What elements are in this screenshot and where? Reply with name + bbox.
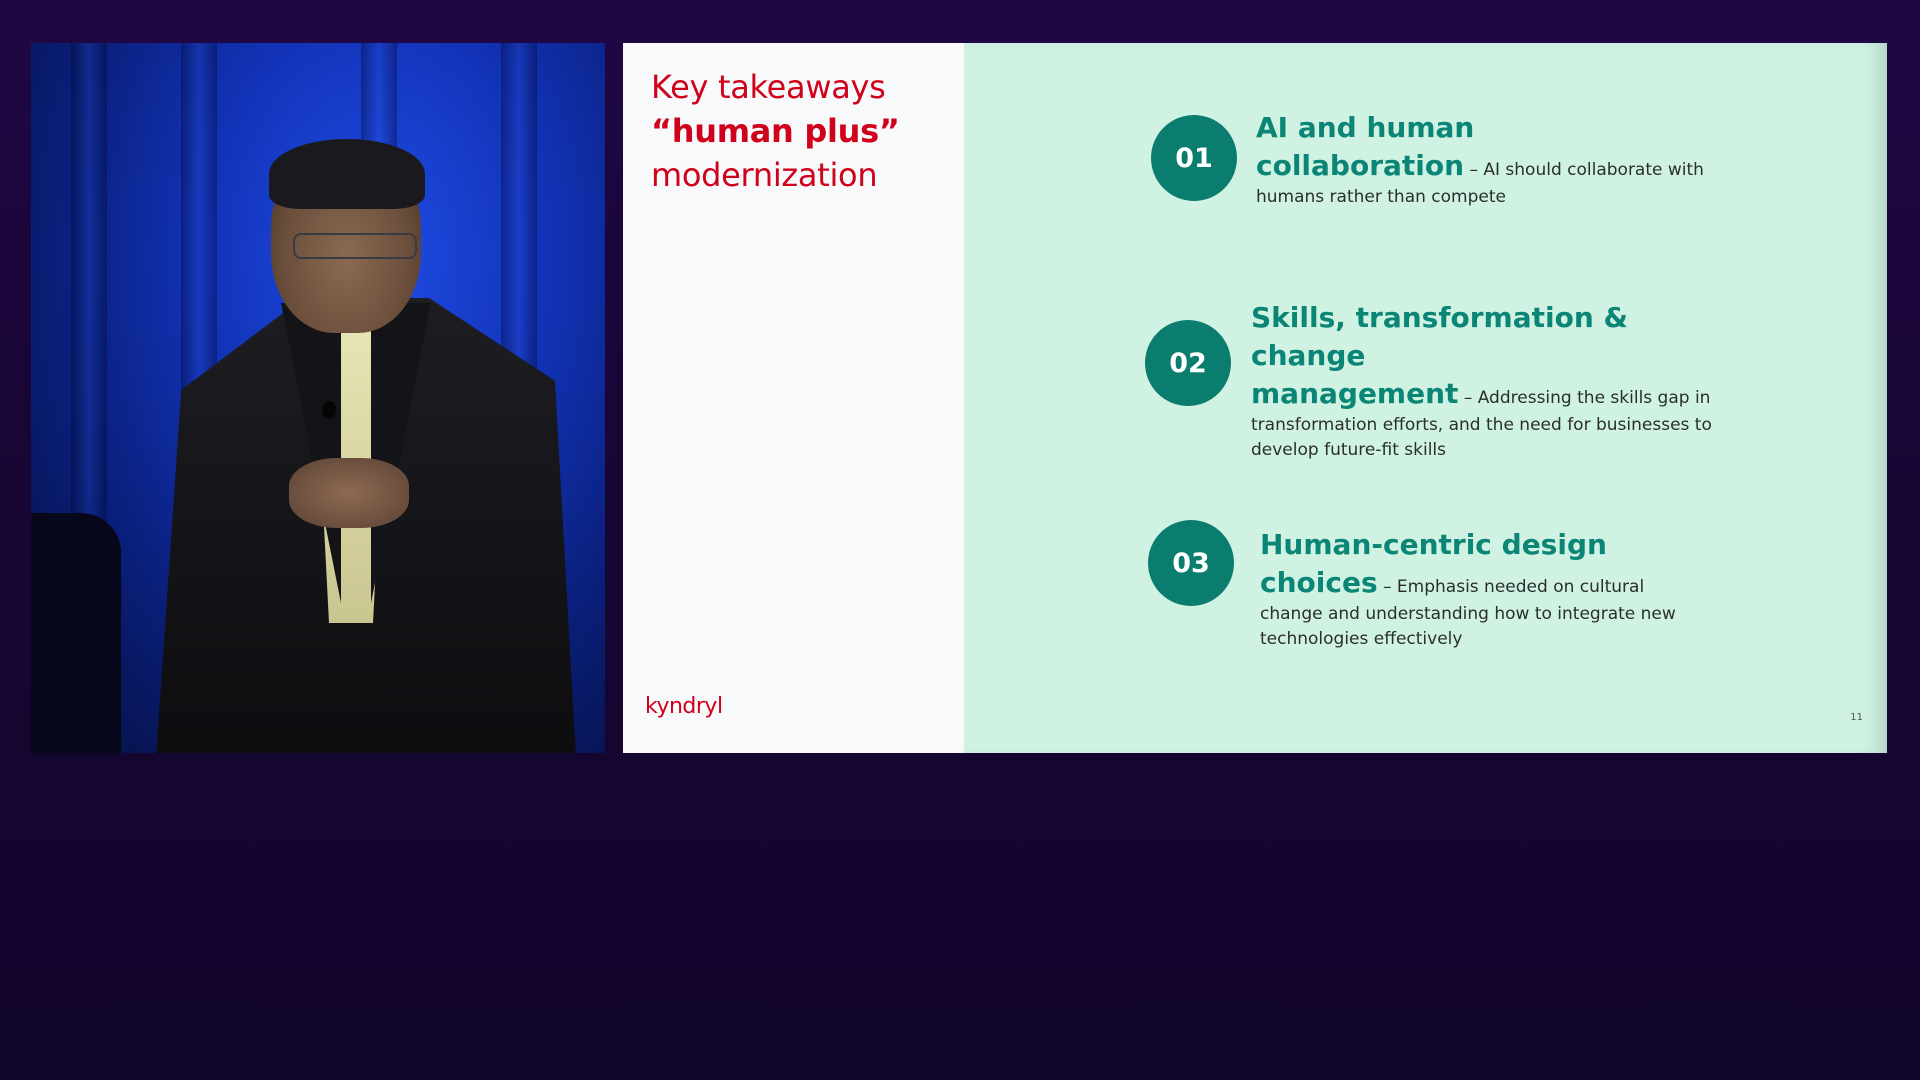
takeaway-item: Skills, transformation & change manageme… (1251, 299, 1751, 463)
takeaway-number-badge: 03 (1148, 520, 1234, 606)
slide-title-line: modernization (651, 156, 878, 194)
takeaway-number-badge: 01 (1151, 115, 1237, 201)
slide-title-emphasis: “human plus” (651, 112, 900, 150)
takeaway-heading: collaboration (1256, 149, 1465, 182)
takeaway-item: Human-centric design choices – Emphasis … (1260, 526, 1690, 652)
speaker-hair (269, 139, 425, 209)
lapel-mic-icon (322, 401, 336, 419)
speaker-glasses (293, 233, 417, 259)
speaker-hands (289, 458, 409, 528)
presentation-slide: Key takeaways “human plus” modernization… (623, 43, 1887, 753)
speaker-video-feed (31, 43, 605, 753)
takeaway-number-badge: 02 (1145, 320, 1231, 406)
slide-title-line: Key takeaways (651, 68, 886, 106)
presentation-stage: Key takeaways “human plus” modernization… (0, 0, 1920, 1080)
slide-title-panel: Key takeaways “human plus” modernization… (623, 43, 964, 753)
chair-silhouette (31, 513, 121, 753)
takeaway-heading: Skills, transformation & change (1251, 301, 1628, 372)
takeaway-heading: management (1251, 377, 1459, 410)
kyndryl-logo: kyndryl (645, 694, 723, 719)
takeaway-item: AI and human collaboration – AI should c… (1256, 109, 1736, 210)
slide-page-number: 11 (1850, 712, 1863, 723)
slide-title: Key takeaways “human plus” modernization (651, 65, 951, 197)
takeaway-heading: AI and human (1256, 111, 1475, 144)
